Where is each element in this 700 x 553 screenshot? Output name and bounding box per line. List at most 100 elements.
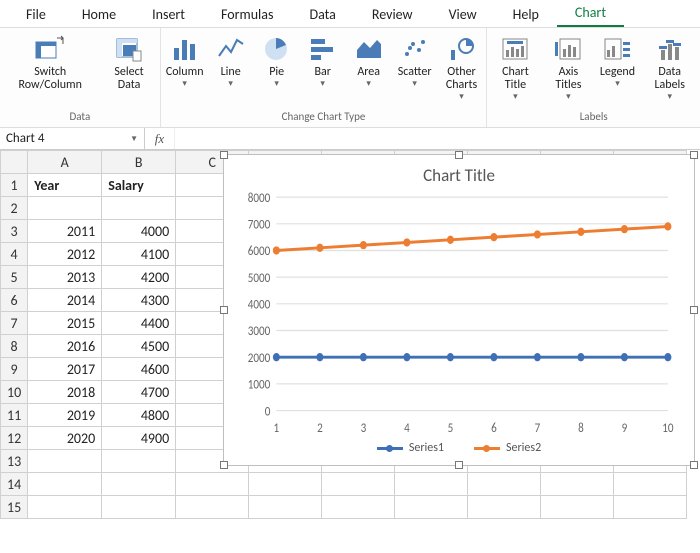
chart-plot-area[interactable]: 0100020003000400050006000700080001234567…: [234, 190, 678, 439]
row-header[interactable]: 10: [1, 381, 28, 404]
resize-handle[interactable]: [690, 461, 698, 469]
pie-button[interactable]: Pie▾: [255, 32, 299, 92]
tab-chart[interactable]: Chart: [557, 0, 624, 27]
cell[interactable]: 2018: [28, 381, 102, 404]
cell[interactable]: [102, 197, 176, 220]
line-button[interactable]: Line▾: [209, 32, 253, 92]
select-data-button[interactable]: Select Data: [100, 32, 157, 92]
row-header[interactable]: 8: [1, 335, 28, 358]
other-charts-button[interactable]: Other Charts▾: [439, 32, 485, 102]
resize-handle[interactable]: [220, 306, 228, 314]
cell[interactable]: Salary: [102, 174, 176, 197]
cell[interactable]: [28, 450, 102, 473]
cell[interactable]: 2019: [28, 404, 102, 427]
cell[interactable]: 4800: [102, 404, 176, 427]
cell[interactable]: [28, 473, 102, 496]
cell[interactable]: [102, 473, 176, 496]
tab-formulas[interactable]: Formulas: [203, 2, 291, 27]
cell[interactable]: 2020: [28, 427, 102, 450]
cell[interactable]: 2012: [28, 243, 102, 266]
row-header[interactable]: 11: [1, 404, 28, 427]
cell[interactable]: [102, 450, 176, 473]
cell[interactable]: [176, 496, 249, 519]
row-header[interactable]: 7: [1, 312, 28, 335]
cell[interactable]: 2016: [28, 335, 102, 358]
chart-legend[interactable]: Series1 Series2: [230, 441, 688, 459]
cell[interactable]: [249, 496, 322, 519]
scatter-button[interactable]: Scatter▾: [393, 32, 437, 92]
cell[interactable]: [541, 496, 614, 519]
cell[interactable]: [28, 197, 102, 220]
row-header[interactable]: 5: [1, 266, 28, 289]
cell[interactable]: 2015: [28, 312, 102, 335]
row-header[interactable]: 14: [1, 473, 28, 496]
cell[interactable]: 2013: [28, 266, 102, 289]
cell[interactable]: 4600: [102, 358, 176, 381]
cell[interactable]: [28, 496, 102, 519]
cell[interactable]: 4300: [102, 289, 176, 312]
cell[interactable]: 4700: [102, 381, 176, 404]
cell[interactable]: Year: [28, 174, 102, 197]
legend-item[interactable]: Series2: [474, 441, 541, 455]
cell[interactable]: 4000: [102, 220, 176, 243]
select-all-cell[interactable]: [1, 151, 28, 174]
cell[interactable]: [322, 496, 395, 519]
cell[interactable]: 4500: [102, 335, 176, 358]
cell[interactable]: [395, 473, 468, 496]
tab-home[interactable]: Home: [64, 2, 134, 27]
resize-handle[interactable]: [220, 151, 228, 159]
cell[interactable]: [176, 473, 249, 496]
cell[interactable]: [468, 473, 541, 496]
row-header[interactable]: 1: [1, 174, 28, 197]
fx-label[interactable]: fx: [145, 128, 175, 149]
cell[interactable]: [249, 473, 322, 496]
row-header[interactable]: 4: [1, 243, 28, 266]
resize-handle[interactable]: [690, 306, 698, 314]
row-header[interactable]: 9: [1, 358, 28, 381]
data-labels-button[interactable]: Data Labels▾: [641, 32, 698, 102]
cell[interactable]: [541, 473, 614, 496]
legend-button[interactable]: Legend▾: [595, 32, 639, 92]
cell[interactable]: [395, 496, 468, 519]
cell[interactable]: 2017: [28, 358, 102, 381]
switch-row-col-button[interactable]: Switch Row/Column: [2, 32, 98, 92]
legend-item[interactable]: Series1: [377, 441, 444, 455]
tab-help[interactable]: Help: [495, 2, 557, 27]
chart-title-button[interactable]: Chart Title▾: [489, 32, 541, 102]
row-header[interactable]: 15: [1, 496, 28, 519]
tab-insert[interactable]: Insert: [134, 2, 203, 27]
resize-handle[interactable]: [455, 461, 463, 469]
cell[interactable]: [614, 473, 687, 496]
row-header[interactable]: 6: [1, 289, 28, 312]
tab-review[interactable]: Review: [354, 2, 431, 27]
cell[interactable]: [468, 496, 541, 519]
cell[interactable]: 4900: [102, 427, 176, 450]
axis-titles-button[interactable]: Axis Titles▾: [543, 32, 593, 102]
embedded-chart[interactable]: Chart Title 0100020003000400050006000700…: [223, 154, 695, 466]
resize-handle[interactable]: [690, 151, 698, 159]
row-header[interactable]: 2: [1, 197, 28, 220]
cell[interactable]: 2011: [28, 220, 102, 243]
formula-input[interactable]: [175, 128, 700, 149]
cell[interactable]: [614, 496, 687, 519]
column-button[interactable]: Column▾: [163, 32, 207, 92]
cell[interactable]: 4200: [102, 266, 176, 289]
cell[interactable]: 4400: [102, 312, 176, 335]
row-header[interactable]: 13: [1, 450, 28, 473]
column-header[interactable]: A: [28, 151, 102, 174]
resize-handle[interactable]: [455, 151, 463, 159]
chart-title[interactable]: Chart Title: [230, 161, 688, 188]
bar-button[interactable]: Bar▾: [301, 32, 345, 92]
row-header[interactable]: 3: [1, 220, 28, 243]
cell[interactable]: [322, 473, 395, 496]
column-header[interactable]: B: [102, 151, 176, 174]
tab-data[interactable]: Data: [291, 2, 353, 27]
area-button[interactable]: Area▾: [347, 32, 391, 92]
cell[interactable]: 2014: [28, 289, 102, 312]
tab-view[interactable]: View: [431, 2, 495, 27]
row-header[interactable]: 12: [1, 427, 28, 450]
cell[interactable]: 4100: [102, 243, 176, 266]
name-box[interactable]: Chart 4 ▼: [0, 128, 145, 149]
resize-handle[interactable]: [220, 461, 228, 469]
cell[interactable]: [102, 496, 176, 519]
